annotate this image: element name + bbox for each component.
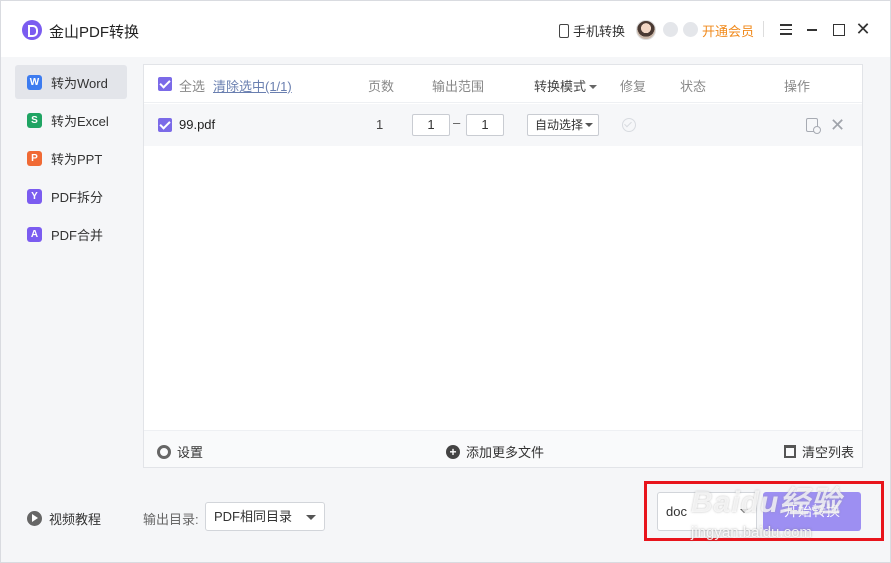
select-all-label[interactable]: 全选 (179, 76, 205, 95)
title-bar: 金山PDF转换 手机转换 开通会员 ✕ (1, 1, 890, 57)
row-checkbox[interactable] (158, 118, 172, 132)
ppt-icon: P (27, 150, 42, 166)
header-divider (763, 21, 764, 37)
range-from-input[interactable]: 1 (412, 114, 450, 136)
tutorial-label: 视频教程 (49, 512, 102, 527)
sidebar-item-pdf-merge[interactable]: A PDF合并 (15, 217, 127, 251)
clear-selection-link[interactable]: 清除选中(1/1) (213, 76, 292, 95)
settings-label: 设置 (177, 445, 204, 460)
split-icon: Y (27, 188, 42, 204)
watermark-url: jingyan.baidu.com (691, 524, 812, 541)
word-icon: W (27, 74, 42, 90)
page-count: 1 (376, 117, 384, 132)
trash-icon (784, 445, 796, 458)
sidebar-item-to-word[interactable]: W 转为Word (15, 65, 127, 99)
preview-icon[interactable] (806, 118, 821, 134)
panel-footer: 设置 + 添加更多文件 清空列表 (144, 430, 862, 467)
sidebar: W 转为Word S 转为Excel P 转为PPT Y PDF拆分 A PDF… (15, 65, 127, 255)
output-dir-select[interactable]: PDF相同目录 (205, 502, 325, 531)
excel-icon: S (27, 112, 42, 128)
app-logo-icon (22, 20, 42, 40)
maximize-icon[interactable] (828, 19, 848, 39)
column-repair: 修复 (620, 79, 647, 94)
add-files-button[interactable]: + 添加更多文件 (446, 442, 544, 461)
merge-icon: A (27, 226, 42, 242)
file-name: 99.pdf (179, 117, 216, 132)
clear-list-label: 清空列表 (802, 445, 855, 460)
phone-convert-label: 手机转换 (573, 24, 626, 39)
open-vip-link[interactable]: 开通会员 (702, 21, 754, 40)
file-list-panel: 全选 清除选中(1/1) 页数 输出范围 转换模式 修复 状态 操作 99.pd… (143, 64, 863, 468)
vip-level-icon[interactable] (683, 22, 698, 37)
video-tutorial-link[interactable]: 视频教程 (27, 509, 101, 528)
phone-convert-button[interactable]: 手机转换 (559, 21, 625, 40)
range-to-input[interactable]: 1 (466, 114, 504, 136)
column-range: 输出范围 (432, 79, 485, 94)
sidebar-item-label: PDF拆分 (51, 189, 104, 205)
clear-list-button[interactable]: 清空列表 (784, 442, 854, 461)
gear-icon (157, 444, 171, 459)
close-icon[interactable]: ✕ (853, 19, 873, 39)
sidebar-item-pdf-split[interactable]: Y PDF拆分 (15, 179, 127, 213)
chevron-down-icon (589, 85, 598, 93)
plus-icon: + (446, 444, 460, 459)
play-icon (27, 511, 42, 526)
column-status: 状态 (680, 79, 707, 94)
sidebar-item-label: 转为Word (51, 75, 108, 91)
table-header: 全选 清除选中(1/1) 页数 输出范围 转换模式 修复 状态 操作 (144, 65, 862, 103)
phone-icon (559, 23, 569, 38)
column-mode[interactable]: 转换模式 (534, 76, 598, 95)
app-title: 金山PDF转换 (49, 24, 140, 41)
add-files-label: 添加更多文件 (466, 445, 545, 460)
sidebar-item-label: PDF合并 (51, 227, 104, 243)
avatar[interactable] (636, 20, 656, 40)
table-row[interactable]: 99.pdf 1 1 – 1 自动选择 ✕ (144, 104, 862, 146)
repair-check-icon[interactable] (622, 118, 636, 132)
member-badge-icon[interactable] (663, 22, 678, 37)
sidebar-item-to-excel[interactable]: S 转为Excel (15, 103, 127, 137)
delete-icon[interactable]: ✕ (830, 116, 845, 134)
select-all-checkbox[interactable] (158, 77, 172, 91)
app-window: 金山PDF转换 手机转换 开通会员 ✕ W 转为Word S 转为Excel P… (0, 0, 891, 563)
sidebar-item-label: 转为PPT (51, 151, 103, 167)
sidebar-item-to-ppt[interactable]: P 转为PPT (15, 141, 127, 175)
range-separator: – (453, 115, 461, 130)
sidebar-item-label: 转为Excel (51, 113, 109, 129)
output-dir-label: 输出目录: (143, 512, 199, 527)
mode-select[interactable]: 自动选择 (527, 114, 599, 136)
column-actions: 操作 (784, 79, 811, 94)
column-pages: 页数 (368, 79, 395, 94)
menu-icon[interactable] (776, 19, 796, 39)
minimize-icon[interactable] (802, 19, 822, 39)
watermark: Baidu经验 (691, 486, 842, 519)
settings-button[interactable]: 设置 (157, 442, 203, 461)
